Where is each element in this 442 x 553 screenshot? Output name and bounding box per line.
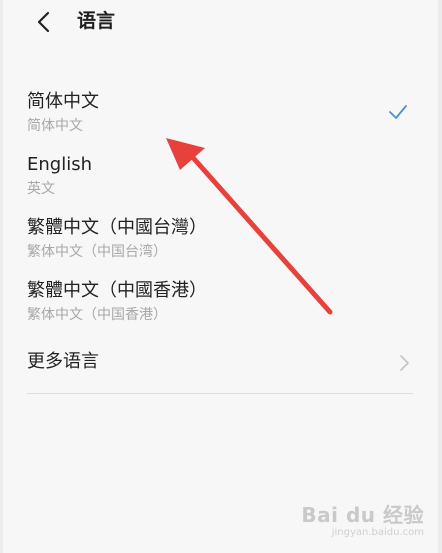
watermark-url: jingyan.baidu.com [331,527,424,538]
language-option-simplified-chinese[interactable]: 简体中文 简体中文 [3,90,438,146]
baidu-jingyan-watermark: Bai du 经验 jingyan.baidu.com [278,495,428,545]
language-option-traditional-chinese-hongkong[interactable]: 繁體中文（中國香港） 繁体中文（中国香港） [3,279,438,335]
language-native-name: 简体中文 [27,91,99,112]
header: 语言 [3,0,438,48]
back-button[interactable] [27,6,59,38]
more-languages-row[interactable]: 更多语言 [3,346,438,380]
page-title: 语言 [77,10,116,32]
language-translated-name: 简体中文 [27,118,83,134]
chevron-left-icon [37,11,50,33]
language-native-name: English [27,154,92,175]
language-translated-name: 英文 [27,181,55,197]
divider [27,393,413,394]
watermark-logo: Bai du 经验 [301,503,424,527]
language-option-traditional-chinese-taiwan[interactable]: 繁體中文（中國台灣） 繁体中文（中国台湾） [3,216,438,272]
language-settings-panel: 语言 简体中文 简体中文 English 英文 繁體中文（中國台灣） 繁体中文（… [3,0,438,553]
checkmark-icon [389,105,407,119]
language-translated-name: 繁体中文（中国台湾） [27,244,167,260]
language-native-name: 繁體中文（中國香港） [27,280,207,301]
screen: 语言 简体中文 简体中文 English 英文 繁體中文（中國台灣） 繁体中文（… [0,0,442,553]
more-languages-label: 更多语言 [27,351,99,372]
chevron-right-icon [400,355,409,371]
language-option-english[interactable]: English 英文 [3,153,438,209]
language-native-name: 繁體中文（中國台灣） [27,217,207,238]
language-translated-name: 繁体中文（中国香港） [27,307,167,323]
